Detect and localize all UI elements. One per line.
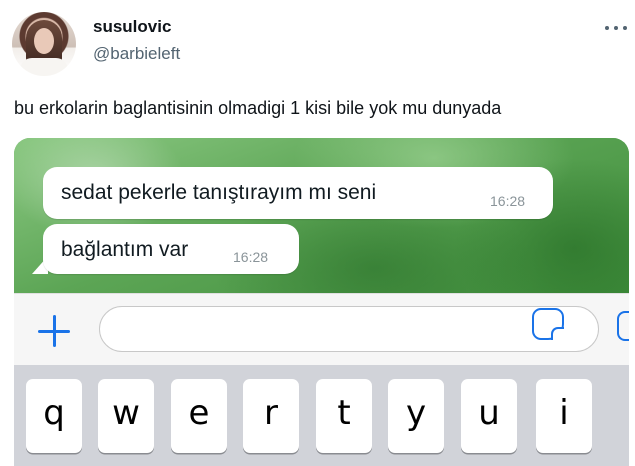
avatar-shirt (20, 58, 68, 76)
chat-bubble[interactable]: bağlantım var 16:28 (43, 224, 299, 274)
tweet-header: susulovic @barbieleft (0, 0, 635, 90)
key-y[interactable]: y (388, 379, 444, 453)
user-handle[interactable]: @barbieleft (93, 44, 180, 64)
display-name[interactable]: susulovic (93, 17, 171, 37)
key-e[interactable]: e (171, 379, 227, 453)
keyboard: q w e r t y u i (14, 365, 629, 466)
tweet-media-screenshot[interactable]: sedat pekerle tanıştırayım mı seni 16:28… (14, 138, 629, 466)
key-r[interactable]: r (243, 379, 299, 453)
key-t[interactable]: t (316, 379, 372, 453)
message-text: sedat pekerle tanıştırayım mı seni (61, 181, 377, 204)
avatar-face (34, 28, 54, 54)
message-time: 16:28 (233, 249, 269, 265)
key-u[interactable]: u (461, 379, 517, 453)
message-input[interactable] (99, 306, 599, 352)
chat-bubble[interactable]: sedat pekerle tanıştırayım mı seni 16:28 (43, 167, 553, 219)
tweet-text: bu erkolarin baglantisinin olmadigi 1 ki… (14, 98, 502, 118)
sticker-icon[interactable] (532, 308, 564, 340)
key-w[interactable]: w (98, 379, 154, 453)
camera-icon[interactable] (617, 311, 629, 341)
message-time: 16:28 (490, 193, 526, 209)
key-i[interactable]: i (536, 379, 592, 453)
message-text: bağlantım var (61, 238, 189, 261)
more-horizontal-icon[interactable] (604, 22, 628, 34)
key-q[interactable]: q (26, 379, 82, 453)
plus-icon[interactable] (38, 315, 70, 347)
avatar[interactable] (12, 12, 76, 76)
